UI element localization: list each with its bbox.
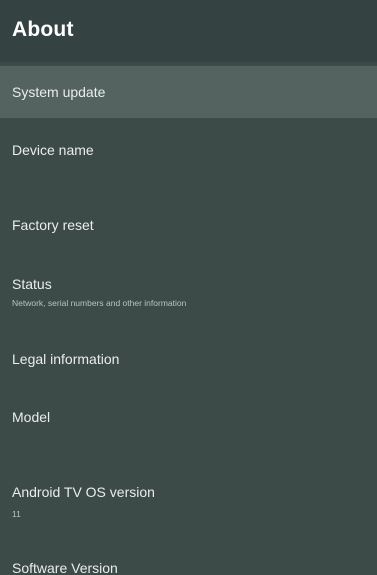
page-title: About — [12, 18, 74, 41]
menu-item-subtitle: 11 — [12, 509, 21, 519]
menu-item-device-name[interactable]: Device name — [0, 126, 377, 178]
header: About — [0, 0, 377, 62]
menu-item-status[interactable]: Status Network, serial numbers and other… — [0, 264, 377, 320]
menu-item-label: Status — [12, 276, 52, 292]
menu-item-label: Software Version — [12, 560, 118, 575]
menu-item-label: Device name — [12, 142, 94, 158]
menu-item-label: Legal information — [12, 351, 120, 367]
menu-item-label: Android TV OS version — [12, 484, 155, 500]
menu-item-model[interactable]: Model — [0, 394, 377, 444]
about-settings-panel: About System update Device name Factory … — [0, 0, 377, 575]
menu-item-label: System update — [12, 84, 106, 100]
menu-item-software-version[interactable]: Software Version — [0, 548, 377, 575]
menu-item-subtitle: Network, serial numbers and other inform… — [12, 298, 187, 308]
menu-item-system-update[interactable]: System update — [0, 66, 377, 118]
menu-item-factory-reset[interactable]: Factory reset — [0, 202, 377, 250]
menu-item-label: Model — [12, 409, 51, 425]
menu-item-android-tv-os-version[interactable]: Android TV OS version 11 — [0, 474, 377, 530]
menu-item-label: Factory reset — [12, 217, 94, 233]
menu-item-legal-information[interactable]: Legal information — [0, 334, 377, 384]
